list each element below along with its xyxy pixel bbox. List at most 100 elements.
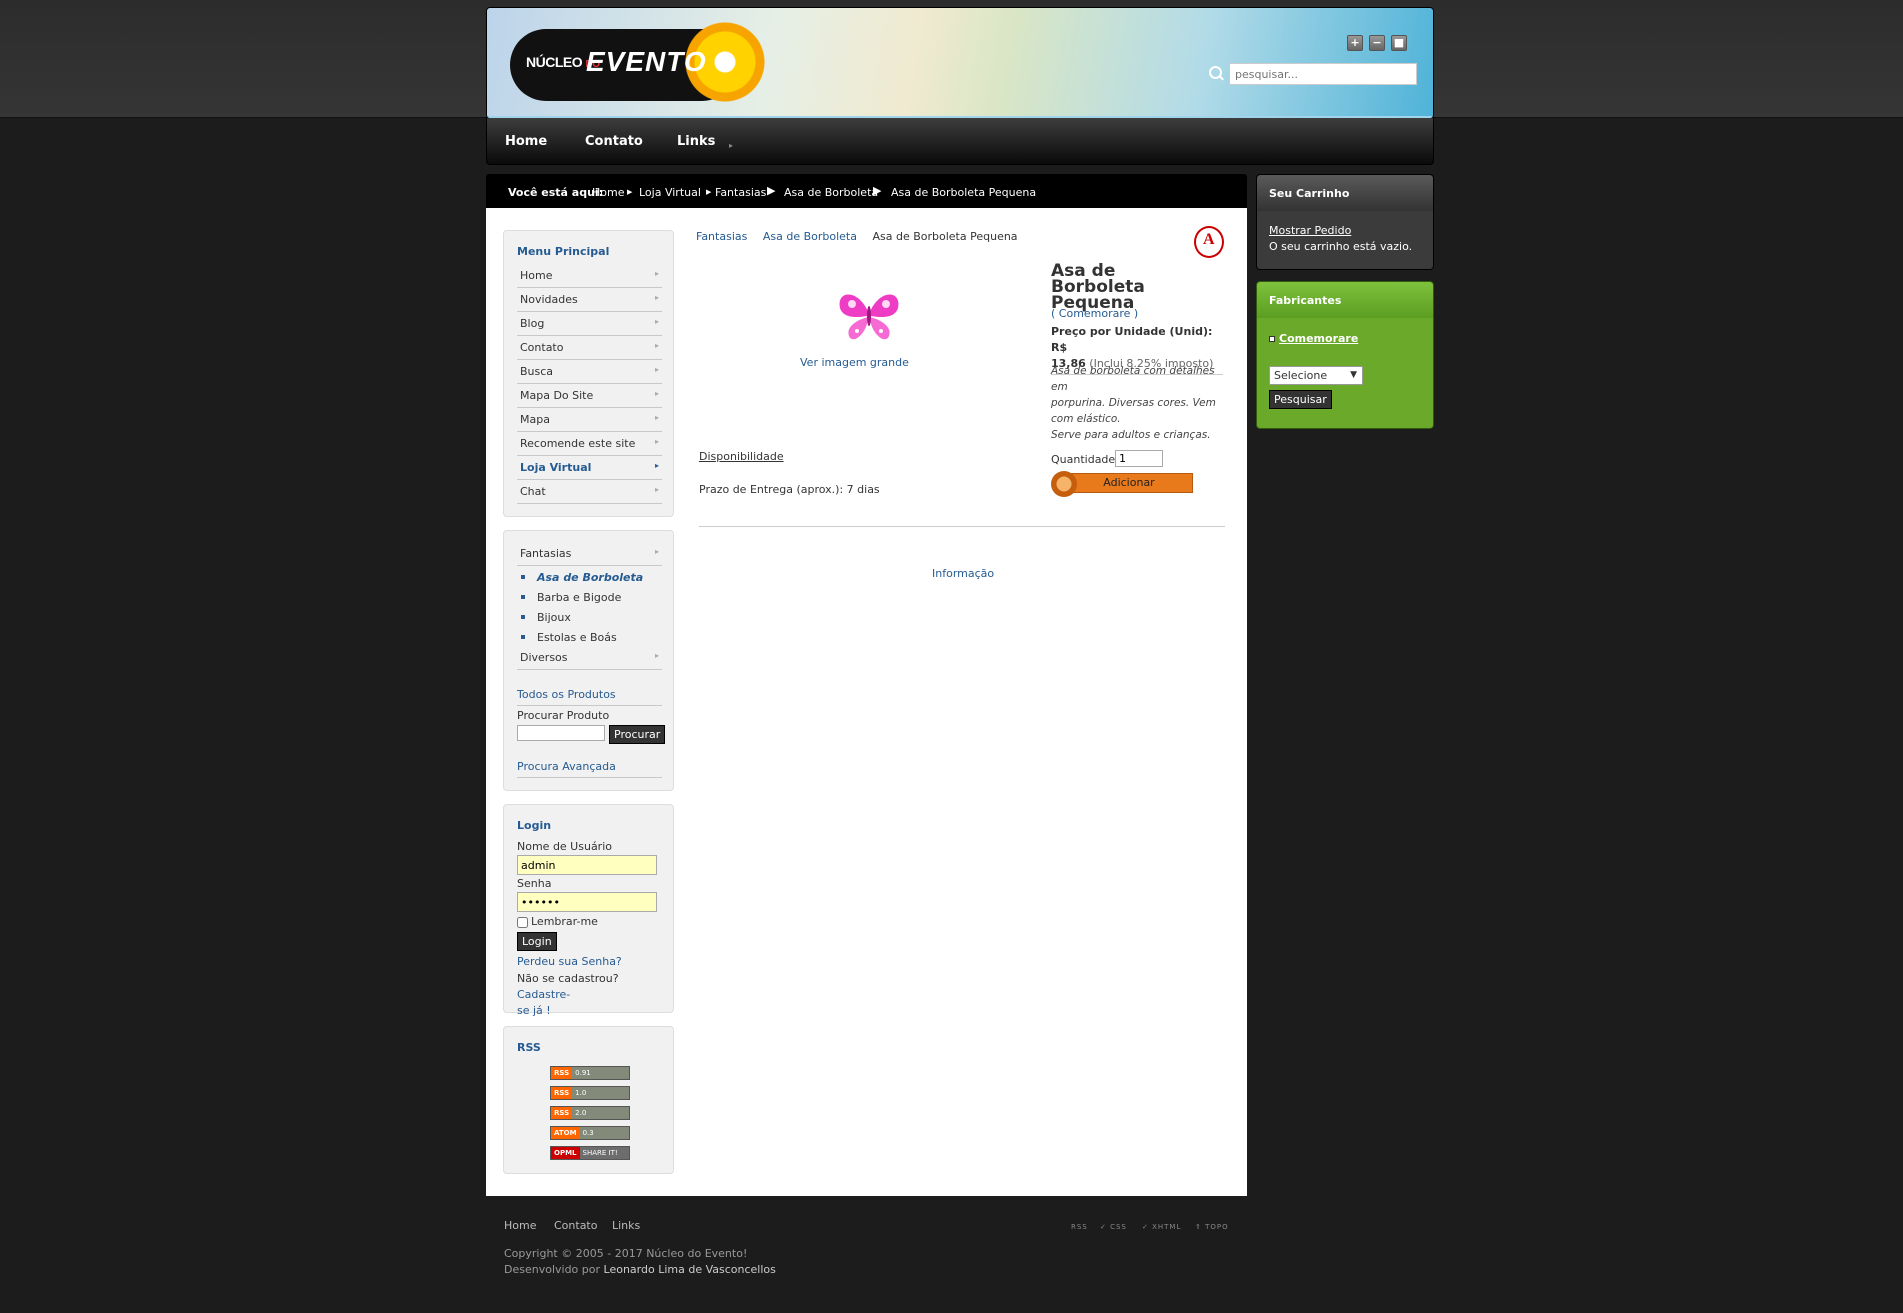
cart-icon <box>1051 471 1077 497</box>
footer-home[interactable]: Home <box>504 1219 536 1232</box>
footer-links[interactable]: Links <box>612 1219 640 1232</box>
breadcrumb-asa[interactable]: Asa de Borboleta <box>784 186 878 199</box>
menu-item-busca[interactable]: Busca ▸ <box>517 361 662 384</box>
product-title: Asa de Borboleta Pequena <box>1051 261 1145 313</box>
chevron-right-icon: ▸ <box>654 317 659 326</box>
add-to-cart-button[interactable]: Adicionar <box>1051 471 1193 497</box>
product-search-label: Procurar Produto <box>517 709 610 722</box>
opml-button[interactable]: OPML SHARE IT! <box>550 1146 630 1160</box>
subcategory-bijoux[interactable]: Bijoux <box>517 611 571 624</box>
subcategory-estolas[interactable]: Estolas e Boás <box>517 631 617 644</box>
forgot-password-link[interactable]: Perdeu sua Senha? <box>517 955 622 968</box>
developer-credit: Desenvolvido por Leonardo Lima de Vascon… <box>504 1263 776 1276</box>
site-logo[interactable]: NÚCLEO DO EVENTO <box>510 20 767 104</box>
breadcrumb-loja[interactable]: Loja Virtual <box>639 186 701 199</box>
menu-item-chat[interactable]: Chat ▸ <box>517 481 662 504</box>
username-input[interactable] <box>517 855 657 875</box>
subcategory-asa[interactable]: Asa de Borboleta <box>517 571 643 584</box>
xhtml-badge[interactable]: ✓ XHTML <box>1142 1223 1181 1231</box>
rss-091-button[interactable]: RSS 0.91 <box>550 1066 630 1080</box>
menu-item-loja-virtual[interactable]: Loja Virtual ▸ <box>517 457 662 480</box>
quantity-label: Quantidade: <box>1051 453 1119 466</box>
chevron-down-icon: ▼ <box>1350 370 1357 380</box>
login-title: Login <box>517 819 552 832</box>
main-nav: Home Contato Links ▸ <box>486 118 1434 165</box>
menu-item-home[interactable]: Home ▸ <box>517 265 662 288</box>
path-fantasias[interactable]: Fantasias <box>696 230 747 243</box>
advanced-search-link[interactable]: Procura Avançada <box>517 760 662 778</box>
rss-title: RSS <box>517 1041 541 1054</box>
remember-checkbox[interactable] <box>517 916 528 928</box>
manufacturer-search-button[interactable]: Pesquisar <box>1269 390 1332 409</box>
quantity-input[interactable] <box>1115 450 1163 467</box>
subcategory-barba[interactable]: Barba e Bigode <box>517 591 621 604</box>
copyright: Copyright © 2005 - 2017 Núcleo do Evento… <box>504 1247 748 1260</box>
nav-home[interactable]: Home <box>505 134 547 149</box>
breadcrumb-current: Asa de Borboleta Pequena <box>891 186 1037 199</box>
remember-label: Lembrar-me <box>531 915 598 928</box>
footer-contato[interactable]: Contato <box>554 1219 597 1232</box>
product-image[interactable] <box>834 288 904 343</box>
menu-item-novidades[interactable]: Novidades ▸ <box>517 289 662 312</box>
arrow-right-icon: ▶ <box>873 184 882 197</box>
menu-item-mapa-do-site[interactable]: Mapa Do Site ▸ <box>517 385 662 408</box>
product-search-button[interactable]: Procurar <box>609 725 666 744</box>
login-box: Login Nome de Usuário Senha Lembrar-me L… <box>503 804 674 1017</box>
manufacturer-item[interactable]: Comemorare <box>1269 332 1358 345</box>
path-asa[interactable]: Asa de Borboleta <box>763 230 857 243</box>
category-fantasias[interactable]: Fantasias ▸ <box>517 543 662 566</box>
chevron-right-icon: ▸ <box>654 293 659 302</box>
breadcrumb-label: Você está aqui: <box>508 186 604 199</box>
site-search <box>1209 63 1417 85</box>
register-link[interactable]: Cadastre- <box>517 988 570 1001</box>
decrease-font-button[interactable]: − <box>1369 35 1385 51</box>
breadcrumb-fantasias[interactable]: Fantasias <box>715 186 766 199</box>
chevron-right-icon: ▸ <box>654 437 659 446</box>
password-input[interactable] <box>517 892 657 912</box>
top-badge[interactable]: ⇑ TOPO <box>1195 1223 1229 1231</box>
chevron-right-icon: ▸ <box>654 269 659 278</box>
pdf-icon[interactable] <box>1194 226 1224 258</box>
manufacturers-header: Fabricantes <box>1257 282 1433 318</box>
add-label: Adicionar <box>1065 473 1193 493</box>
chevron-right-icon: ▸ <box>654 365 659 374</box>
breadcrumb-home[interactable]: Home <box>592 186 624 199</box>
rss-10-button[interactable]: RSS 1.0 <box>550 1086 630 1100</box>
css-badge[interactable]: ✓ CSS <box>1100 1223 1127 1231</box>
menu-item-blog[interactable]: Blog ▸ <box>517 313 662 336</box>
atom-03-button[interactable]: ATOM 0.3 <box>550 1126 630 1140</box>
reset-font-button[interactable]: ■ <box>1391 35 1407 51</box>
divider <box>699 526 1225 527</box>
all-products-link[interactable]: Todos os Produtos <box>517 688 662 706</box>
increase-font-button[interactable]: + <box>1347 35 1363 51</box>
category-diversos[interactable]: Diversos ▸ <box>517 647 662 670</box>
product-description: Asa de borboleta com detalhes em porpurin… <box>1051 365 1216 441</box>
nav-contato[interactable]: Contato <box>585 134 643 149</box>
chevron-right-icon: ▸ <box>654 461 659 470</box>
register-link-2[interactable]: se já ! <box>517 1004 551 1017</box>
menu-item-mapa[interactable]: Mapa ▸ <box>517 409 662 432</box>
cart-title: Seu Carrinho <box>1269 187 1350 200</box>
manufacturer-link[interactable]: ( Comemorare ) <box>1051 307 1138 320</box>
menu-item-contato[interactable]: Contato ▸ <box>517 337 662 360</box>
path-current: Asa de Borboleta Pequena <box>872 230 1018 243</box>
login-button[interactable]: Login <box>517 932 557 951</box>
availability-link[interactable]: Disponibilidade <box>699 450 784 463</box>
chevron-right-icon: ▸ <box>654 413 659 422</box>
menu-item-recomende[interactable]: Recomende este site ▸ <box>517 433 662 456</box>
manufacturer-select[interactable]: Selecione ▼ <box>1269 366 1363 385</box>
rss-20-button[interactable]: RSS 2.0 <box>550 1106 630 1120</box>
product-search-input[interactable] <box>517 725 605 741</box>
enlarge-image-link[interactable]: Ver imagem grande <box>800 356 909 369</box>
delivery-time: Prazo de Entrega (aprox.): 7 dias <box>699 483 880 496</box>
search-icon <box>1209 66 1222 79</box>
show-order-link[interactable]: Mostrar Pedido <box>1269 224 1351 237</box>
search-input[interactable] <box>1229 63 1417 85</box>
remember-row: Lembrar-me <box>517 915 598 928</box>
arrow-right-icon: ▶ <box>767 184 776 197</box>
manufacturers-title: Fabricantes <box>1269 294 1342 307</box>
rss-badge[interactable]: RSS <box>1071 1223 1088 1231</box>
nav-links[interactable]: Links <box>677 134 715 149</box>
info-link[interactable]: Informação <box>932 567 994 580</box>
cart-empty-text: O seu carrinho está vazio. <box>1269 240 1413 253</box>
